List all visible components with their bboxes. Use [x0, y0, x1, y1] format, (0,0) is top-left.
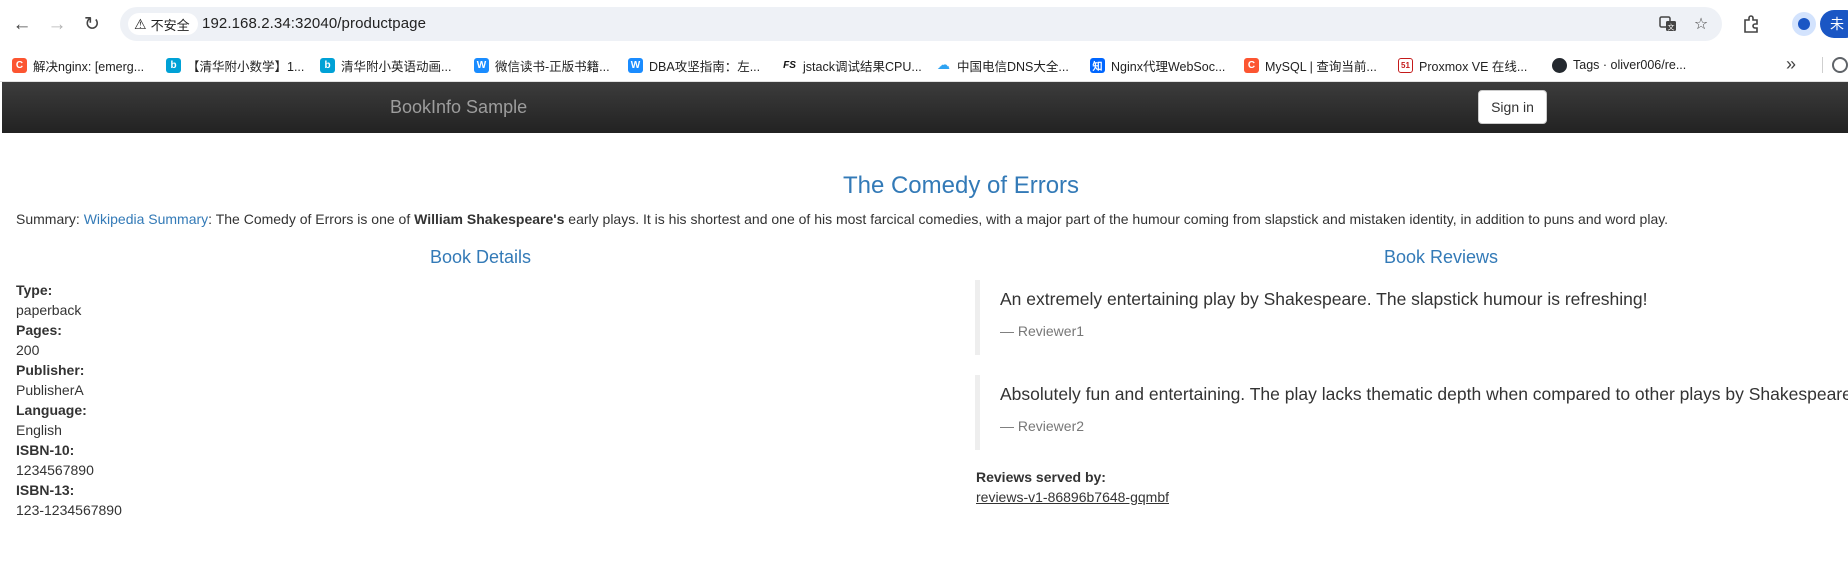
browser-toolbar: ← → ↻ ⚠ 不安全 192.168.2.34:32040/productpa… [0, 0, 1848, 47]
bookmark-item[interactable]: 51 Proxmox VE 在线... [1398, 55, 1527, 75]
security-chip[interactable]: ⚠ 不安全 [128, 13, 198, 35]
bookmark-item[interactable]: b 【清华附小数学】1... [166, 55, 304, 75]
sign-in-button[interactable]: Sign in [1478, 90, 1547, 124]
zhihu-icon: 知 [1090, 57, 1105, 73]
cto51-icon: 51 [1398, 57, 1413, 73]
app-navbar: BookInfo Sample Sign in [2, 82, 1848, 133]
forward-arrow-icon[interactable]: → [45, 12, 69, 36]
detail-label: Pages: [16, 322, 62, 338]
bookmarks-divider [1822, 57, 1823, 73]
detail-value: paperback [16, 302, 82, 318]
url-text[interactable]: 192.168.2.34:32040/productpage [202, 15, 426, 32]
bookmark-item[interactable]: Tags · oliver006/re... [1552, 55, 1686, 75]
book-details-heading: Book Details [430, 247, 532, 267]
profile-menu-button[interactable]: 未 [1820, 10, 1848, 38]
book-reviews-heading: Book Reviews [1384, 247, 1499, 267]
reviews-served-by-value[interactable]: reviews-v1-86896b7648-gqmbf [976, 489, 1169, 505]
detail-value: 1234567890 [16, 462, 94, 478]
bookmark-item[interactable]: W 微信读书-正版书籍... [474, 55, 610, 75]
bilibili-icon: b [166, 57, 181, 73]
more-bookmarks-chevron-icon[interactable]: » [1786, 54, 1796, 75]
book-summary: Summary: Wikipedia Summary: The Comedy o… [16, 211, 1669, 227]
weread-icon: W [474, 57, 489, 73]
bookmarks-bar: C 解决nginx: [emerg... b 【清华附小数学】1... b 清华附小英… [0, 47, 1848, 82]
github-icon [1552, 57, 1567, 73]
weread-icon: W [628, 57, 643, 73]
bookmark-item[interactable]: FS jstack调试结果CPU... [782, 55, 922, 75]
profile-avatar-icon[interactable] [1792, 12, 1816, 36]
warning-icon: ⚠ [134, 15, 147, 32]
review-author: — Reviewer1 [1000, 323, 1085, 339]
detail-label: ISBN-13: [16, 482, 75, 498]
review-card: Absolutely fun and entertaining. The pla… [975, 375, 1848, 450]
fs-icon: FS [782, 57, 797, 73]
translate-icon[interactable]: 文 [1657, 13, 1679, 35]
reload-icon[interactable]: ↻ [80, 12, 104, 36]
csdn-icon: C [1244, 57, 1259, 73]
extensions-icon[interactable] [1739, 12, 1763, 36]
detail-label: Type: [16, 282, 53, 298]
review-text: Absolutely fun and entertaining. The pla… [1000, 384, 1848, 404]
security-label: 不安全 [150, 17, 190, 33]
bilibili-icon: b [320, 57, 335, 73]
detail-value: English [16, 422, 62, 438]
all-bookmarks-folder-icon[interactable] [1832, 57, 1848, 73]
bookmark-item[interactable]: b 清华附小英语动画... [320, 55, 451, 75]
detail-value: 123-1234567890 [16, 502, 122, 518]
review-card: An extremely entertaining play by Shakes… [975, 280, 1848, 355]
csdn-icon: C [12, 57, 27, 73]
svg-text:文: 文 [1668, 23, 1675, 32]
bookmark-item[interactable]: ☁ 中国电信DNS大全... [936, 55, 1069, 75]
bookmark-item[interactable]: 知 Nginx代理WebSoc... [1090, 55, 1225, 75]
bookmark-item[interactable]: C 解决nginx: [emerg... [12, 55, 144, 75]
detail-value: PublisherA [16, 382, 84, 398]
detail-value: 200 [16, 342, 40, 358]
detail-label: ISBN-10: [16, 442, 75, 458]
cloud-icon: ☁ [936, 57, 951, 73]
address-bar[interactable]: ⚠ 不安全 192.168.2.34:32040/productpage 文 ☆ [120, 7, 1722, 41]
page-title: The Comedy of Errors [842, 172, 1080, 199]
bookmark-star-icon[interactable]: ☆ [1690, 13, 1712, 35]
reviews-served-by-label: Reviews served by: [976, 469, 1106, 485]
brand-title[interactable]: BookInfo Sample [390, 97, 527, 118]
bookmark-item[interactable]: W DBA攻坚指南：左... [628, 55, 760, 75]
book-details-list: Type: paperback Pages: 200 Publisher: Pu… [16, 280, 122, 520]
bookmark-item[interactable]: C MySQL | 查询当前... [1244, 55, 1377, 75]
detail-label: Language: [16, 402, 87, 418]
detail-label: Publisher: [16, 362, 85, 378]
review-text: An extremely entertaining play by Shakes… [1000, 289, 1648, 309]
review-author: — Reviewer2 [1000, 418, 1085, 434]
back-arrow-icon[interactable]: ← [10, 12, 34, 36]
wikipedia-summary-link[interactable]: Wikipedia Summary [84, 211, 208, 227]
